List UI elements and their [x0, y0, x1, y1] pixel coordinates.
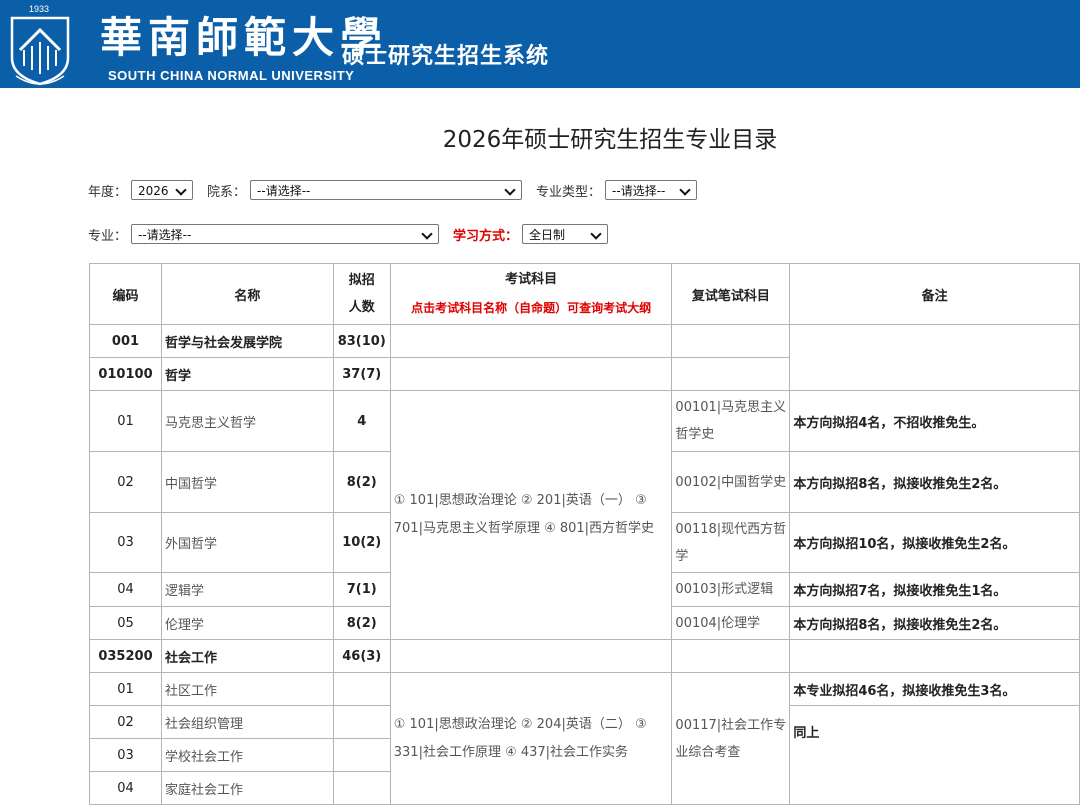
- college-row: 001 哲学与社会发展学院 83(10): [89, 324, 1080, 391]
- header-quota: 拟招 人数: [332, 263, 391, 325]
- major-name: 社会工作: [160, 639, 334, 673]
- major-type-label: 专业类型：: [536, 184, 602, 200]
- filter-row-1: 年度： 2026 院系： --请选择-- 专业类型： --请选择--: [88, 180, 698, 200]
- table-header-row: 编码 名称 拟招 人数 考试科目 点击考试科目名称（自命题）可查询考试大纲 复试笔试…: [89, 263, 1080, 325]
- college-code: 001: [89, 324, 162, 358]
- dept-select[interactable]: --请选择--: [250, 180, 523, 200]
- header-code: 编码: [89, 263, 162, 325]
- direction-name: 家庭社会工作: [160, 771, 334, 805]
- exam-subjects-link[interactable]: ① 101|思想政治理论 ② 201|英语（一） ③ 701|马克思主义哲学原理…: [389, 390, 673, 640]
- university-name-en: SOUTH CHINA NORMAL UNIVERSITY: [108, 68, 355, 83]
- table-row: 01 社区工作 ① 101|思想政治理论 ② 204|英语（二） ③ 331|社…: [89, 672, 1080, 805]
- filter-row-2: 专业： --请选择-- 学习方式： 全日制: [88, 224, 609, 244]
- program-catalog-table: 编码 名称 拟招 人数 考试科目 点击考试科目名称（自命题）可查询考试大纲 复试笔试…: [89, 263, 1080, 805]
- major-quota: 37(7): [332, 357, 391, 391]
- system-name: 硕士研究生招生系统: [342, 43, 550, 69]
- study-mode-select[interactable]: 全日制: [522, 224, 609, 244]
- major-code: 035200: [89, 639, 162, 673]
- major-quota: 46(3): [332, 639, 391, 673]
- founding-year: 1933: [29, 4, 50, 14]
- header-exam: 考试科目 点击考试科目名称（自命题）可查询考试大纲: [389, 263, 673, 325]
- direction-name: 伦理学: [160, 606, 334, 640]
- direction-name: 学校社会工作: [160, 738, 334, 772]
- exam-subjects-link[interactable]: ① 101|思想政治理论 ② 204|英语（二） ③ 331|社会工作原理 ④ …: [389, 672, 673, 805]
- dept-label: 院系：: [207, 184, 247, 200]
- major-name: 哲学: [160, 357, 334, 391]
- header-remark: 备注: [789, 263, 1080, 325]
- exam-syllabus-hint: 点击考试科目名称（自命题）可查询考试大纲: [411, 300, 652, 315]
- direction-name: 社会组织管理: [160, 705, 334, 739]
- major-row-social-work: 035200 社会工作 46(3): [89, 639, 1080, 673]
- year-select[interactable]: 2026: [131, 180, 194, 200]
- direction-name: 逻辑学: [160, 572, 334, 607]
- header-name: 名称: [160, 263, 334, 325]
- direction-name: 中国哲学: [160, 451, 334, 513]
- study-mode-label: 学习方式：: [453, 228, 519, 244]
- college-name: 哲学与社会发展学院: [160, 324, 334, 358]
- site-header: 1933 華南師範大學 硕士研究生招生系统 SOUTH CHINA NORMAL…: [0, 0, 1080, 88]
- year-label: 年度：: [88, 184, 128, 200]
- table-row: 01 马克思主义哲学 4 ① 101|思想政治理论 ② 201|英语（一） ③ …: [89, 390, 1080, 640]
- major-label: 专业：: [88, 228, 128, 244]
- university-logo: [2, 6, 78, 86]
- college-quota: 83(10): [332, 324, 391, 358]
- direction-name: 马克思主义哲学: [160, 390, 334, 452]
- major-code: 010100: [89, 357, 162, 391]
- page-title: 2026年硕士研究生招生专业目录: [442, 127, 778, 153]
- direction-name: 外国哲学: [160, 512, 334, 573]
- major-select[interactable]: --请选择--: [131, 224, 440, 244]
- direction-name: 社区工作: [160, 672, 334, 706]
- header-retest: 复试笔试科目: [671, 263, 791, 325]
- major-type-select[interactable]: --请选择--: [605, 180, 698, 200]
